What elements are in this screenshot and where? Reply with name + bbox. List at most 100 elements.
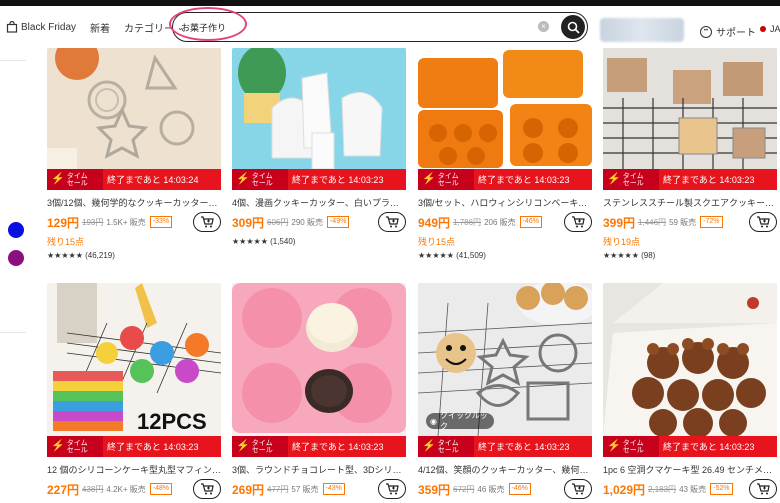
color-dot-blue[interactable] [8, 222, 24, 238]
product-image[interactable] [418, 48, 592, 169]
product-title[interactable]: 1pc 6 空洞クマケーキ型 26.49 センチメートル… [603, 463, 777, 476]
chocolate-mold-photo [232, 283, 406, 436]
add-to-cart-button[interactable] [193, 212, 221, 232]
discount-badge: -52% [710, 483, 733, 495]
time-sale-badge: ⚡ タイム セール [418, 436, 474, 457]
countdown: 終了まであと 14:03:24 [107, 175, 199, 185]
logo[interactable]: Black Friday [6, 21, 76, 33]
add-to-cart-button[interactable] [378, 212, 406, 232]
time-sale-banner: ⚡ タイム セール 終了まであと 14:03:23 [47, 436, 221, 457]
halloween-mold-photo [418, 48, 592, 169]
sold-count: 46 販売 [477, 484, 505, 494]
price: 269円 [232, 482, 265, 497]
stock-left: 残り19点 [603, 237, 641, 247]
bolt-icon: ⚡ [607, 440, 621, 452]
add-to-cart-button[interactable] [378, 479, 406, 499]
original-price: 193円 [82, 217, 104, 227]
bolt-icon: ⚡ [51, 440, 65, 452]
logo-label: Black Friday [21, 21, 77, 33]
color-dot-purple[interactable] [8, 250, 24, 266]
review-count: (98) [641, 251, 656, 260]
original-price: 1,786円 [453, 217, 482, 227]
shopping-bag-icon [6, 21, 18, 33]
add-to-cart-button[interactable] [193, 479, 221, 499]
countdown: 終了まであと 14:03:23 [663, 175, 755, 185]
original-price: 477円 [267, 484, 289, 494]
muffin-cup-photo: 12PCS [47, 283, 221, 436]
countdown: 終了まであと 14:03:23 [478, 442, 570, 452]
time-sale-banner: ⚡ タイム セール 終了まであと 14:03:23 [603, 169, 777, 190]
product-title[interactable]: ステンレススチール製スクエアクッキーカッターセ… [603, 196, 777, 209]
stars-icon: ★★★★★ [47, 251, 83, 260]
discount-badge: -33% [149, 216, 173, 228]
bolt-icon: ⚡ [51, 173, 65, 185]
original-price: 1,446円 [638, 217, 667, 227]
language-selector[interactable]: JA [760, 24, 780, 34]
product-title[interactable]: 12 個のシリコーンケーキ型丸型マフィンカップケ… [47, 463, 221, 476]
search-button[interactable] [561, 15, 585, 39]
add-to-cart-button[interactable] [749, 212, 777, 232]
price-row: 399円 1,446円 59 販売 -72% [603, 212, 777, 232]
discount-badge: -49% [326, 216, 350, 228]
product-image[interactable]: 12PCS [47, 283, 221, 436]
nav-new[interactable]: 新着 [90, 20, 110, 35]
time-sale-banner: ⚡ タイム セール 終了まであと 14:03:23 [232, 436, 406, 457]
product-image[interactable] [47, 48, 221, 169]
image-caption: 12PCS [137, 409, 207, 434]
time-sale-banner: ⚡ タイム セール 終了まであと 14:03:23 [232, 169, 406, 190]
rating: ★★★★★ (1,540) [232, 237, 295, 246]
add-to-cart-button[interactable] [564, 212, 592, 232]
bolt-icon: ⚡ [236, 440, 250, 452]
cartoon-cutter-photo [232, 48, 406, 169]
time-sale-banner: ⚡ タイム セール 終了まであと 14:03:23 [418, 436, 592, 457]
original-price: 438円 [82, 484, 104, 494]
review-count: (41,509) [456, 251, 486, 260]
countdown: 終了まであと 14:03:23 [107, 442, 199, 452]
cart-icon [572, 216, 585, 228]
bear-cake-photo [603, 283, 777, 436]
product-title[interactable]: 4/12個、笑顔のクッキーカッター、幾何学的… [418, 463, 592, 476]
account-area[interactable] [600, 18, 684, 42]
product-title[interactable]: 3個/セット、ハロウィンシリコンベーキングモール… [418, 196, 592, 209]
time-sale-banner: ⚡ タイム セール 終了まであと 14:03:23 [418, 169, 592, 190]
divider [0, 60, 26, 61]
sold-count: 290 販売 [291, 217, 323, 227]
price-row: 309円 606円 290 販売 -49% [232, 212, 406, 232]
clear-icon[interactable]: × [538, 21, 549, 32]
countdown: 終了まであと 14:03:23 [292, 442, 384, 452]
cart-icon [386, 483, 399, 495]
stars-icon: ★★★★★ [232, 237, 268, 246]
chat-icon: •• [700, 25, 712, 38]
support-link[interactable]: •• サポート [700, 24, 756, 39]
product-image[interactable] [232, 48, 406, 169]
sold-count: 43 販売 [679, 484, 707, 494]
price: 309円 [232, 215, 265, 230]
discount-badge: -46% [519, 216, 542, 228]
product-title[interactable]: 3個、ラウンドチョコレート型、3Dシリコン型、ブ… [232, 463, 406, 476]
product-image[interactable] [603, 283, 777, 436]
sold-count: 206 販売 [484, 217, 516, 227]
product-image[interactable] [603, 48, 777, 169]
cart-icon [201, 483, 214, 495]
sold-count: 1.5K+ 販売 [106, 217, 146, 227]
add-to-cart-button[interactable] [564, 479, 592, 499]
discount-badge: -43% [322, 483, 345, 495]
product-image[interactable] [232, 283, 406, 436]
product-title[interactable]: 4個、漫画クッキーカッター、白いプラスチッキ… [232, 196, 406, 209]
product-title[interactable]: 3個/12個、幾何学的なクッキーカッター、ステ… [47, 196, 221, 209]
cart-icon [757, 483, 770, 495]
quick-look-label: クイックルック [439, 411, 488, 431]
nav-category-label: カテゴリー [124, 23, 175, 35]
square-cutter-photo [603, 48, 777, 169]
price: 1,029円 [603, 482, 646, 497]
nav-new-label: 新着 [90, 23, 111, 35]
language-label: JA [770, 24, 780, 34]
stock-left: 残り15点 [418, 237, 456, 247]
quick-look-button[interactable]: ◉ クイックルック [426, 411, 494, 431]
support-label: サポート [716, 28, 756, 39]
stars-icon: ★★★★★ [418, 251, 454, 260]
bolt-icon: ⚡ [607, 173, 621, 185]
price-row: 949円 1,786円 206 販売 -46% [418, 212, 592, 232]
search-bar[interactable]: お菓子作り × [169, 7, 588, 42]
add-to-cart-button[interactable] [749, 479, 777, 499]
